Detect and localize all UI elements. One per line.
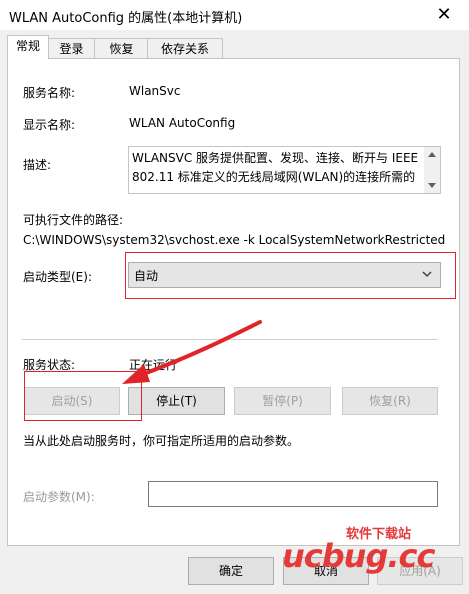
scroll-down-icon[interactable]	[428, 183, 436, 188]
annotation-highlight-startup	[125, 252, 456, 299]
resume-button[interactable]: 恢复(R)	[342, 387, 438, 415]
tab-dependencies[interactable]: 依存关系	[147, 38, 223, 60]
tab-recovery[interactable]: 恢复	[94, 38, 149, 60]
start-params-input[interactable]	[148, 481, 438, 507]
ok-button[interactable]: 确定	[188, 557, 274, 585]
hint-text: 当从此处启动服务时，你可指定所适用的启动参数。	[23, 434, 300, 448]
description-scrollbar[interactable]	[424, 147, 440, 193]
scroll-up-icon[interactable]	[428, 152, 436, 157]
tab-logon[interactable]: 登录	[47, 38, 96, 60]
display-name-label: 显示名称:	[23, 118, 76, 132]
description-label: 描述:	[23, 158, 52, 172]
tab-general[interactable]: 常规	[7, 35, 49, 59]
description-text: WLANSVC 服务提供配置、发现、连接、断开与 IEEE 802.11 标准定…	[132, 151, 419, 184]
description-box[interactable]: WLANSVC 服务提供配置、发现、连接、断开与 IEEE 802.11 标准定…	[128, 146, 441, 194]
close-icon[interactable]: ✕	[432, 4, 456, 26]
exe-path-value: C:\WINDOWS\system32\svchost.exe -k Local…	[23, 233, 446, 247]
service-name-label: 服务名称:	[23, 86, 76, 100]
display-name-value: WLAN AutoConfig	[129, 116, 236, 130]
start-params-label: 启动参数(M):	[23, 490, 95, 504]
title-bar: WLAN AutoConfig 的属性(本地计算机) ✕	[0, 0, 469, 30]
watermark-logo: ucbug.cc	[282, 537, 435, 575]
annotation-arrow	[122, 320, 262, 384]
service-name-value: WlanSvc	[129, 84, 181, 98]
window-title: WLAN AutoConfig 的属性(本地计算机)	[9, 11, 243, 26]
startup-type-label: 启动类型(E):	[23, 270, 92, 284]
exe-path-label: 可执行文件的路径:	[23, 213, 124, 227]
